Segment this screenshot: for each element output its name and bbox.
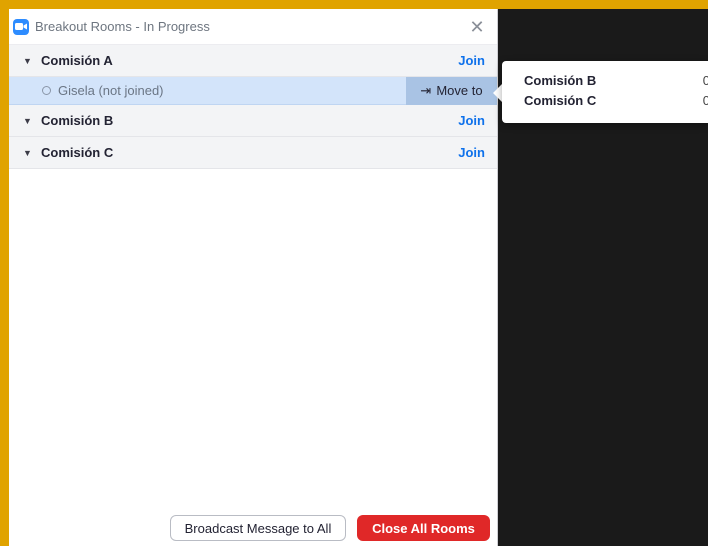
- dropdown-item-label: Comisión B: [524, 72, 597, 88]
- dropdown-item-label: Comisión C: [524, 92, 597, 108]
- broadcast-message-button[interactable]: Broadcast Message to All: [170, 515, 346, 541]
- participant-name: Gisela (not joined): [58, 83, 164, 98]
- room-name: Comisión B: [41, 113, 114, 128]
- dropdown-item-count: 0: [702, 72, 708, 88]
- window-title: Breakout Rooms - In Progress: [35, 19, 210, 34]
- join-button[interactable]: Join: [458, 145, 485, 160]
- move-to-dropdown: Comisión B 0 Comisión C 0: [502, 61, 708, 123]
- join-button[interactable]: Join: [458, 53, 485, 68]
- zoom-camera-icon: [13, 18, 29, 35]
- participant-row: Gisela (not joined) ⇥ Move to: [9, 76, 497, 105]
- move-to-button[interactable]: ⇥ Move to: [406, 76, 497, 105]
- room-name: Comisión A: [41, 53, 113, 68]
- footer: Broadcast Message to All Close All Rooms: [9, 515, 498, 541]
- move-arrow-icon: ⇥: [420, 82, 432, 98]
- caret-down-icon[interactable]: ▼: [23, 56, 37, 66]
- dropdown-item-count: 0: [702, 92, 708, 108]
- dropdown-pointer: [493, 84, 502, 102]
- window-frame-left: [0, 0, 9, 546]
- status-circle-icon: [42, 86, 51, 95]
- room-name: Comisión C: [41, 145, 114, 160]
- room-header-comision-c[interactable]: ▼ Comisión C Join: [9, 137, 497, 169]
- window-frame-top: [0, 0, 708, 9]
- titlebar: Breakout Rooms - In Progress ✕: [9, 9, 497, 45]
- caret-down-icon[interactable]: ▼: [23, 148, 37, 158]
- room-header-comision-b[interactable]: ▼ Comisión B Join: [9, 105, 497, 137]
- dropdown-item-comision-c[interactable]: Comisión C 0: [502, 90, 708, 110]
- move-to-label: Move to: [436, 83, 483, 98]
- close-icon[interactable]: ✕: [467, 18, 487, 36]
- join-button[interactable]: Join: [458, 113, 485, 128]
- room-header-comision-a[interactable]: ▼ Comisión A Join: [9, 45, 497, 77]
- caret-down-icon[interactable]: ▼: [23, 116, 37, 126]
- close-all-rooms-button[interactable]: Close All Rooms: [357, 515, 490, 541]
- breakout-rooms-window: Breakout Rooms - In Progress ✕ ▼ Comisió…: [9, 9, 498, 546]
- dropdown-item-comision-b[interactable]: Comisión B 0: [502, 70, 708, 90]
